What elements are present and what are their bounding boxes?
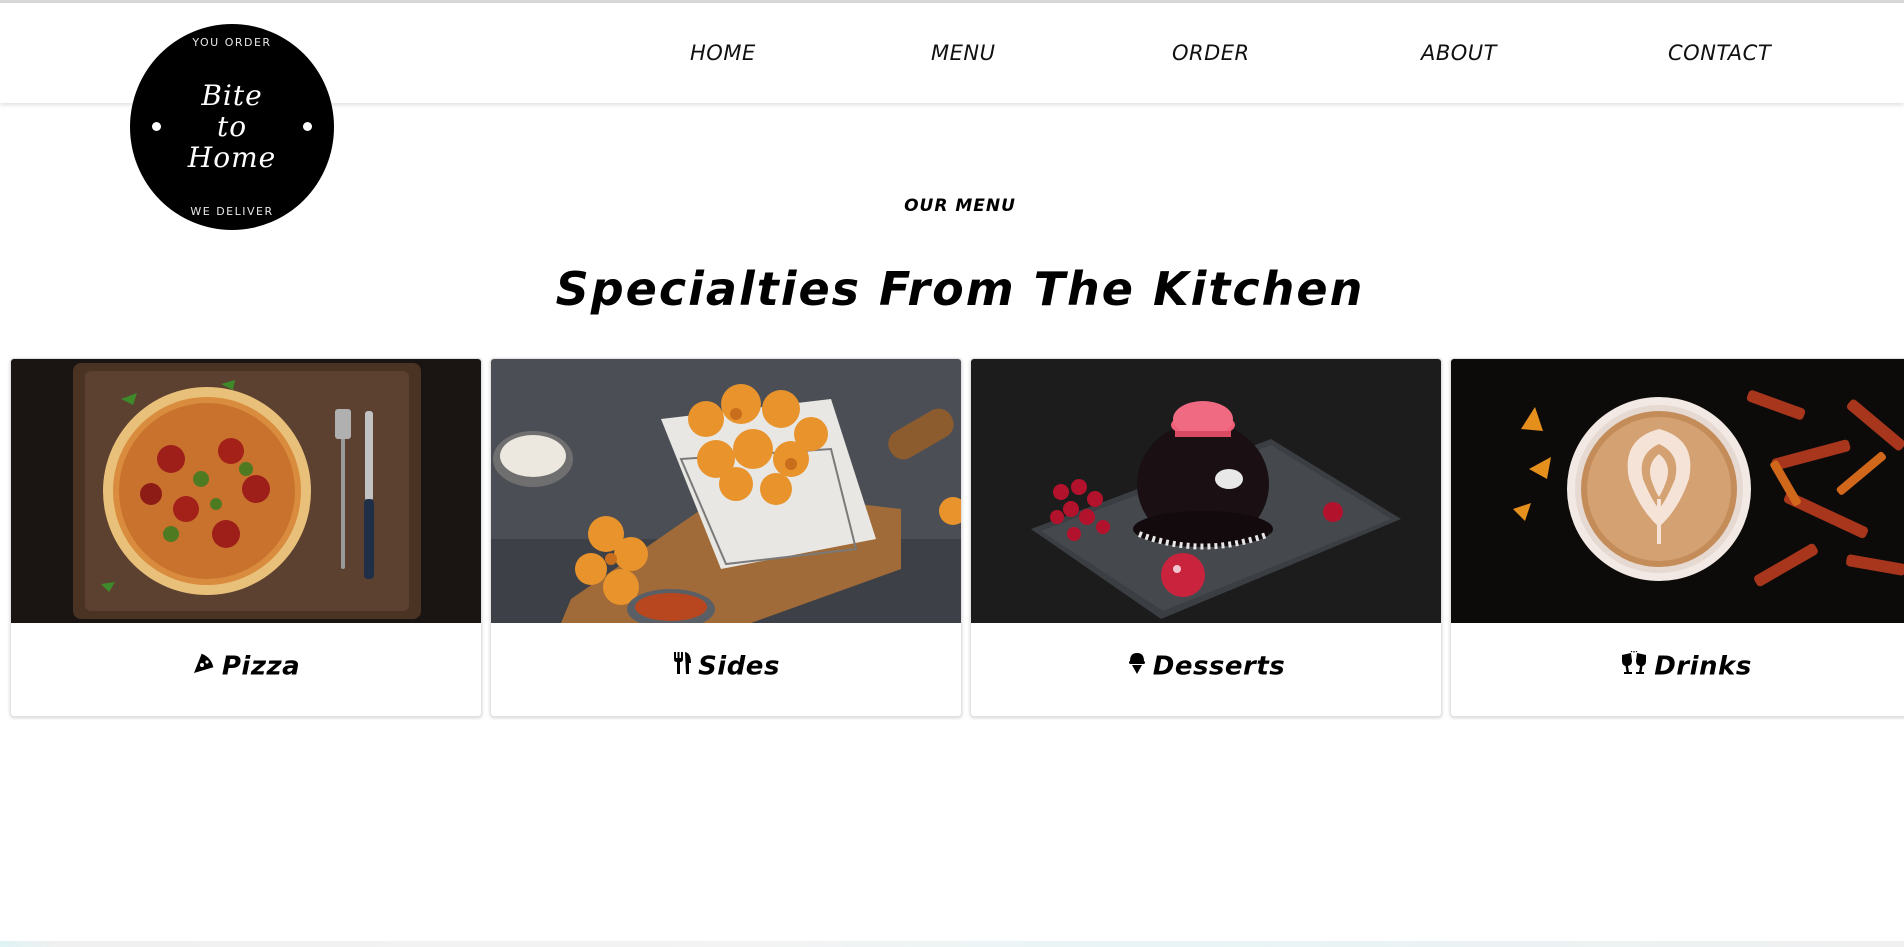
- pizza-slice-icon: [192, 651, 216, 682]
- logo-line-1: Bite: [201, 79, 263, 112]
- logo-line-3: Home: [187, 141, 277, 174]
- bottom-strip: [0, 941, 1904, 947]
- pizza-label: Pizza: [11, 651, 481, 682]
- logo-top-text: YOU ORDER: [192, 36, 272, 49]
- utensils-icon: [672, 651, 692, 682]
- nav-about[interactable]: ABOUT: [1421, 41, 1497, 65]
- logo[interactable]: YOU ORDER Bite to Home WE DELIVER: [130, 24, 334, 230]
- menu-card-desserts[interactable]: Desserts: [970, 358, 1442, 717]
- sides-image: [491, 359, 961, 623]
- nav-menu[interactable]: MENU: [931, 41, 995, 65]
- drinks-label: Drinks: [1451, 650, 1904, 682]
- glasses-cheers-icon: [1620, 650, 1648, 682]
- logo-line-2: to: [216, 110, 248, 143]
- nav-home[interactable]: HOME: [690, 41, 756, 65]
- pizza-image: [11, 359, 481, 623]
- menu-card-drinks[interactable]: Drinks: [1450, 358, 1904, 717]
- logo-bottom-text: WE DELIVER: [190, 205, 274, 218]
- desserts-label: Desserts: [971, 651, 1441, 682]
- ice-cream-icon: [1127, 651, 1147, 682]
- section-heading: Specialties From The Kitchen: [555, 262, 1365, 316]
- menu-card-pizza[interactable]: Pizza: [10, 358, 482, 717]
- nav-order[interactable]: ORDER: [1172, 41, 1250, 65]
- drinks-image: [1451, 359, 1904, 623]
- menu-card-sides[interactable]: Sides: [490, 358, 962, 717]
- desserts-image: [971, 359, 1441, 623]
- nav-contact[interactable]: CONTACT: [1668, 41, 1771, 65]
- sides-label: Sides: [491, 651, 961, 682]
